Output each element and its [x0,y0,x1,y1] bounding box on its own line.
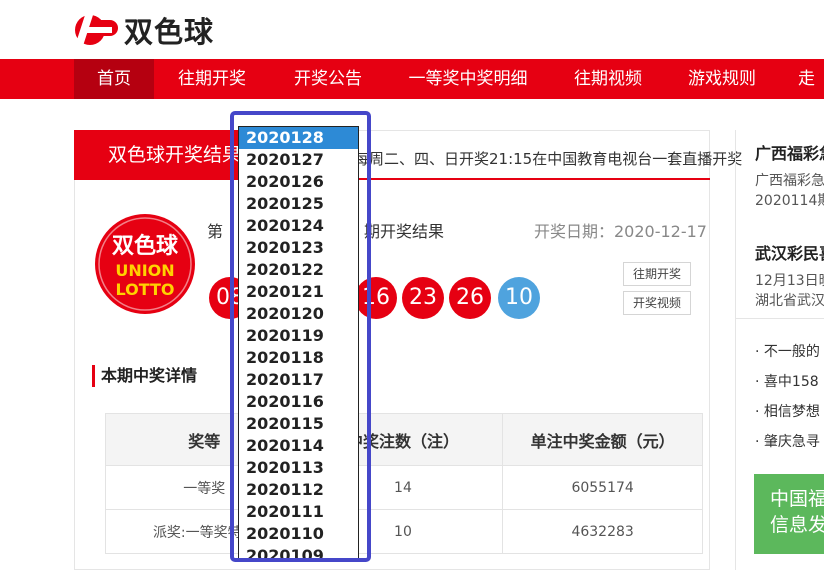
blue-ball: 10 [498,277,540,319]
union-lotto-logo: 双色球 UNION LOTTO [95,214,195,314]
nav-past-draws[interactable]: 往期开奖 [166,59,258,99]
highlight-annotation-box [230,111,371,562]
nav-first-prize-details[interactable]: 一等奖中奖明细 [400,59,536,99]
news-list-item[interactable]: · 喜中158 [755,371,819,391]
prize-table: 奖等 中奖注数（注） 单注中奖金额（元） 一等奖 14 6055174 派奖:一… [105,413,703,554]
nav-game-rules[interactable]: 游戏规则 [676,59,768,99]
table-row: 派奖:一等奖特别 10 4632283 [105,509,703,554]
issue-prefix: 第 [207,222,224,241]
table-header: 单注中奖金额（元） [502,413,703,466]
nav-trend[interactable]: 走 [798,59,824,99]
table-row: 一等奖 14 6055174 [105,465,703,510]
sidebar-separator [735,318,824,319]
news-title-2[interactable]: 武汉彩民喜 [755,240,824,264]
logo-text: 双色球 [124,15,215,49]
past-draws-button[interactable]: 往期开奖 [623,262,691,286]
red-ball-6: 23 [402,277,444,319]
prize-details-title: 本期中奖详情 [92,365,197,387]
draw-video-button[interactable]: 开奖视频 [623,291,691,315]
draw-date: 开奖日期：2020-12-17 [534,222,707,241]
logo-union-text: UNION [115,261,174,280]
banner-line-2: 信息发 [770,514,824,536]
news-text-1a: 广西福彩急 [755,173,824,189]
logo-cn-text: 双色球 [112,233,179,259]
news-text-2b: 湖北省武汉 [755,293,824,309]
nav-announcements[interactable]: 开奖公告 [282,59,374,99]
news-list-item[interactable]: · 肇庆急寻 [755,431,820,451]
issue-suffix: 期开奖结果 [364,222,445,241]
news-text-2a: 12月13日晚 [755,273,824,289]
green-info-banner[interactable]: 中国福 信息发 [754,474,824,554]
news-list-item[interactable]: · 相信梦想 [755,401,820,421]
main-nav: 首页 往期开奖 开奖公告 一等奖中奖明细 往期视频 游戏规则 走 [0,59,824,99]
nav-home[interactable]: 首页 [74,59,154,99]
news-list-item[interactable]: · 不一般的 [755,341,820,361]
table-cell: 6055174 [502,465,703,510]
banner-line-1: 中国福 [770,488,824,510]
sidebar-divider [735,130,736,570]
news-title-1[interactable]: 广西福彩急 [755,140,824,164]
table-cell: 4632283 [502,509,703,554]
news-text-1b: 2020114期 [755,193,824,209]
red-ball-7: 26 [449,277,491,319]
draw-schedule-notice: 每周二、四、日开奖21:15在中国教育电视台一套直播开奖 [354,150,743,168]
logo-lotto-text: LOTTO [115,280,174,299]
lottery-logo-icon [74,14,118,46]
site-logo[interactable]: 双色球 [74,10,234,50]
table-header-row: 奖等 中奖注数（注） 单注中奖金额（元） [105,413,703,466]
nav-past-videos[interactable]: 往期视频 [562,59,654,99]
panel-tab-title: 双色球开奖结果 [74,130,252,180]
